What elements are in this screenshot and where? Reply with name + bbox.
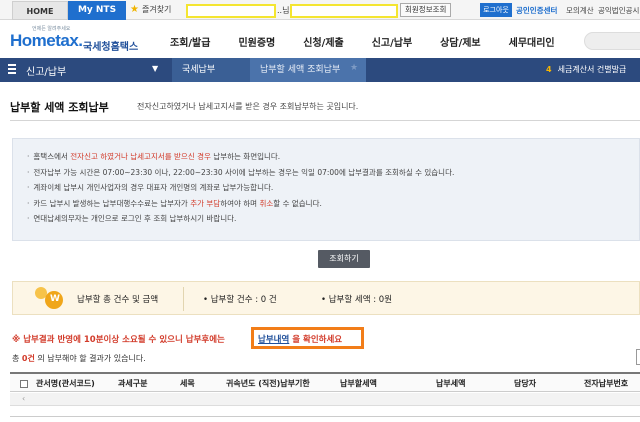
section-navbar: 신고/납부 ▼ 국세납부 납부할 세액 조회납부 ★ 4 세금계산서 건별발급	[0, 58, 640, 82]
gnb-item-consult[interactable]: 상담/제보	[440, 34, 480, 49]
logo-korean: 국세청홈택스	[83, 42, 139, 53]
page-description: 전자신고하였거나 납세고지서를 받은 경우 조회납부하는 곳입니다.	[137, 102, 359, 111]
info-box: 홈택스에서 전자신고 하였거나 납세고지서를 받으신 경우 납부하는 화면입니다…	[12, 138, 640, 241]
cert-center-link[interactable]: 공인인증센터	[516, 5, 557, 16]
gnb-item-inquiry[interactable]: 조회/발급	[170, 34, 210, 49]
notice-number: 4	[546, 65, 552, 74]
info-item: 전자납부 가능 시간은 07:00~23:30 이나, 22:00~23:30 …	[27, 165, 454, 181]
select-all-checkbox[interactable]	[20, 380, 28, 388]
logo-wordmark: Hometax.	[10, 31, 83, 50]
warning-tail: 을 확인하세요	[289, 335, 343, 345]
masked-user-info	[290, 4, 398, 18]
toggle-button[interactable]	[636, 349, 640, 365]
main-header: 언제든 알려주세요 Hometax. 국세청홈택스 조회/발급 민원증명 신청/…	[0, 21, 640, 57]
gnb-item-application[interactable]: 신청/제출	[303, 34, 343, 49]
info-item: 카드 납부시 발생하는 납부대행수수료는 납부자가 추가 부담하여야 하며 취소…	[27, 196, 454, 212]
corp-disclosure-link[interactable]: 공익법인공시	[598, 5, 639, 16]
top-utility-bar: HOME My NTS ★ 즐겨찾기 ..님 회원정보조회 로그아웃 공인인증센…	[0, 0, 640, 20]
summary-count: • 납부할 건수 : 0 건	[203, 295, 277, 305]
user-suffix: ..님	[277, 6, 290, 15]
divider	[10, 120, 640, 121]
nav-notice[interactable]: 4 세금계산서 건별발급	[546, 64, 626, 75]
star-icon: ★	[130, 3, 139, 15]
info-list: 홈택스에서 전자신고 하였거나 납세고지서를 받으신 경우 납부하는 화면입니다…	[27, 149, 454, 227]
result-count: 총 0건 의 납부해야 할 결과가 있습니다.	[12, 354, 146, 363]
warning-link-group: 납부내역 을 확인하세요	[258, 333, 342, 345]
member-info-button[interactable]: 회원정보조회	[400, 3, 452, 17]
col-manager: 담당자	[514, 379, 537, 388]
global-nav: 조회/발급 민원증명 신청/제출 신고/납부 상담/제보 세무대리인	[170, 34, 583, 49]
col-epay-number: 전자납부번호	[584, 379, 629, 388]
logout-button[interactable]: 로그아웃	[480, 3, 512, 17]
result-count-value: 0건	[21, 354, 35, 363]
notice-text: 세금계산서 건별발급	[557, 65, 627, 74]
col-amount-due: 납부할세액	[340, 379, 377, 388]
amount-value: 0원	[378, 295, 393, 305]
count-value: 0 건	[260, 295, 277, 305]
col-office: 관서명(관서코드)	[36, 379, 95, 388]
menu-icon[interactable]	[8, 64, 18, 76]
divider	[10, 416, 640, 417]
masked-user-name	[186, 4, 276, 18]
breadcrumb-current: 납부할 세액 조회납부	[250, 58, 366, 82]
bookmark-star-icon[interactable]: ★	[350, 63, 358, 73]
won-coin-icon: W	[45, 291, 63, 309]
gnb-item-filing[interactable]: 신고/납부	[372, 34, 412, 49]
scroll-left-icon[interactable]: ‹	[22, 394, 25, 403]
col-due: 귀속년도 (직전)납부기한	[226, 379, 310, 388]
search-input[interactable]	[584, 32, 640, 50]
section-selector[interactable]: 신고/납부	[26, 63, 66, 78]
gnb-item-agent[interactable]: 세무대리인	[509, 34, 555, 49]
chevron-down-icon[interactable]: ▼	[152, 64, 158, 73]
tab-my-nts[interactable]: My NTS	[68, 1, 126, 20]
breadcrumb-tax-payment[interactable]: 국세납부	[172, 58, 250, 82]
summary-amount: • 납부할 세액 : 0원	[321, 295, 393, 305]
tab-home[interactable]: HOME	[12, 1, 68, 20]
mock-calc-link[interactable]: 모의계산	[566, 5, 594, 16]
query-button[interactable]: 조회하기	[318, 250, 370, 268]
info-item: 연대납세의무자는 개인으로 로그인 후 조회 납부하시기 바랍니다.	[27, 211, 454, 227]
col-tax-class: 과세구분	[118, 379, 148, 388]
payment-history-link[interactable]: 납부내역	[258, 335, 289, 345]
col-paid: 납부세액	[436, 379, 466, 388]
gnb-item-certificate[interactable]: 민원증명	[238, 34, 275, 49]
page-title: 납부할 세액 조회납부	[10, 101, 109, 114]
info-item: 계좌이체 납부시 개인사업자의 경우 대표자 개인명의 계좌로 납부가능합니다.	[27, 180, 454, 196]
warning-text: ※ 납부결과 반영에 10분이상 소요될 수 있으니 납부후에는	[12, 335, 225, 345]
info-item: 홈택스에서 전자신고 하였거나 납세고지서를 받으신 경우 납부하는 화면입니다…	[27, 149, 454, 165]
summary-box: W 납부할 총 건수 및 금액 • 납부할 건수 : 0 건 • 납부할 세액 …	[12, 281, 640, 315]
favorites-label: 즐겨찾기	[141, 5, 172, 14]
horizontal-scrollbar[interactable]: ‹	[10, 393, 640, 406]
col-tax-item: 세목	[180, 379, 195, 388]
favorites-link[interactable]: ★ 즐겨찾기	[130, 4, 171, 15]
result-table-header: 관서명(관서코드) 과세구분 세목 귀속년도 (직전)납부기한 납부할세액 납부…	[10, 372, 640, 392]
divider	[183, 287, 184, 311]
summary-title: 납부할 총 건수 및 금액	[77, 295, 159, 305]
